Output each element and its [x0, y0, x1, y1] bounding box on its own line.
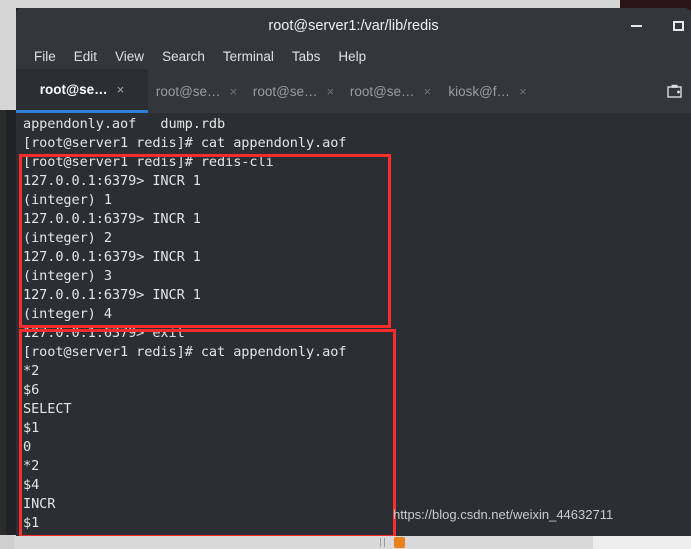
tab-label: root@se…: [252, 83, 318, 99]
watermark-url: https://blog.csdn.net/weixin_44632711: [393, 507, 614, 522]
desktop-left-strip: [0, 0, 16, 110]
menu-item-view[interactable]: View: [106, 49, 153, 64]
minimize-icon: [630, 24, 642, 27]
terminal-line: $4: [23, 477, 40, 493]
tab-4[interactable]: kiosk@f… ×: [439, 69, 536, 113]
menu-item-search[interactable]: Search: [153, 49, 214, 64]
terminal-line: [root@server1 redis]# cat appendonly.aof: [23, 344, 347, 360]
taskbar-separator: [380, 537, 381, 547]
terminal-line: appendonly.aof dump.rdb: [23, 116, 226, 132]
menu-item-tabs[interactable]: Tabs: [283, 49, 330, 64]
terminal-line: 127.0.0.1:6379> INCR 1: [23, 249, 201, 265]
desktop-left-lower-strip: [0, 110, 6, 535]
terminal-line: (integer) 1: [23, 192, 112, 208]
terminal-output-area[interactable]: appendonly.aof dump.rdb [root@server1 red…: [16, 113, 691, 536]
terminal-line: 127.0.0.1:6379> exit: [23, 325, 185, 341]
terminal-line: 0: [23, 439, 32, 455]
terminal-line: 127.0.0.1:6379> INCR 1: [23, 173, 201, 189]
terminal-line: (integer) 3: [23, 268, 112, 284]
minimize-button[interactable]: [623, 8, 649, 43]
menu-item-edit[interactable]: Edit: [65, 49, 106, 64]
terminal-line: (integer) 4: [23, 306, 112, 322]
tab-close-icon[interactable]: ×: [327, 84, 335, 99]
tab-label: root@se…: [155, 83, 221, 99]
menu-item-terminal[interactable]: Terminal: [214, 49, 283, 64]
terminal-line: 127.0.0.1:6379> INCR 1: [23, 211, 201, 227]
new-tab-button[interactable]: [661, 69, 687, 113]
taskbar-app-icon[interactable]: [394, 536, 405, 548]
menubar: File Edit View Search Terminal Tabs Help: [16, 43, 691, 69]
tab-3[interactable]: root@se… ×: [342, 69, 439, 113]
terminal-line: [root@server1 redis]# redis-cli: [23, 154, 274, 170]
terminal-line: *2: [23, 458, 40, 474]
terminal-line: 127.0.0.1:6379> INCR 1: [23, 287, 201, 303]
terminal-line: [root@server1 redis]# cat appendonly.aof: [23, 135, 347, 151]
tab-label: root@se…: [39, 82, 108, 97]
taskbar-separator-2: [384, 537, 385, 547]
tab-close-icon[interactable]: ×: [424, 84, 432, 99]
terminal-line: 1: [16, 533, 691, 536]
menu-item-file[interactable]: File: [25, 49, 65, 64]
terminal-line: $1: [23, 420, 40, 436]
menu-item-help[interactable]: Help: [329, 49, 375, 64]
tab-close-icon[interactable]: ×: [117, 82, 125, 97]
tab-label: root@se…: [349, 83, 415, 99]
terminal-line: $6: [23, 382, 40, 398]
new-tab-icon: [666, 84, 682, 98]
taskbar-tray[interactable]: [593, 535, 691, 549]
terminal-lines: appendonly.aof dump.rdb [root@server1 red…: [16, 115, 691, 536]
desktop-top-strip: [0, 0, 691, 8]
terminal-line: SELECT: [23, 401, 72, 417]
tab-0-active[interactable]: root@se… ×: [16, 69, 148, 113]
window-titlebar[interactable]: root@server1:/var/lib/redis: [16, 8, 691, 43]
tabbar: root@se… × root@se… × root@se… × root@se… × kios…: [16, 69, 691, 113]
maximize-icon: [672, 20, 684, 31]
tab-2[interactable]: root@se… ×: [245, 69, 342, 113]
tab-label: kiosk@f…: [448, 83, 511, 99]
tab-close-icon[interactable]: ×: [230, 84, 238, 99]
taskbar[interactable]: [0, 535, 691, 549]
tab-1[interactable]: root@se… ×: [148, 69, 245, 113]
maximize-button[interactable]: [665, 8, 691, 43]
tab-close-icon[interactable]: ×: [519, 84, 527, 99]
terminal-line: *2: [23, 363, 40, 379]
terminal-line: (integer) 2: [23, 230, 112, 246]
taskbar-inner[interactable]: [14, 535, 691, 549]
window-title: root@server1:/var/lib/redis: [268, 17, 439, 34]
terminal-window: root@server1:/var/lib/redis File Edit View…: [16, 8, 691, 536]
